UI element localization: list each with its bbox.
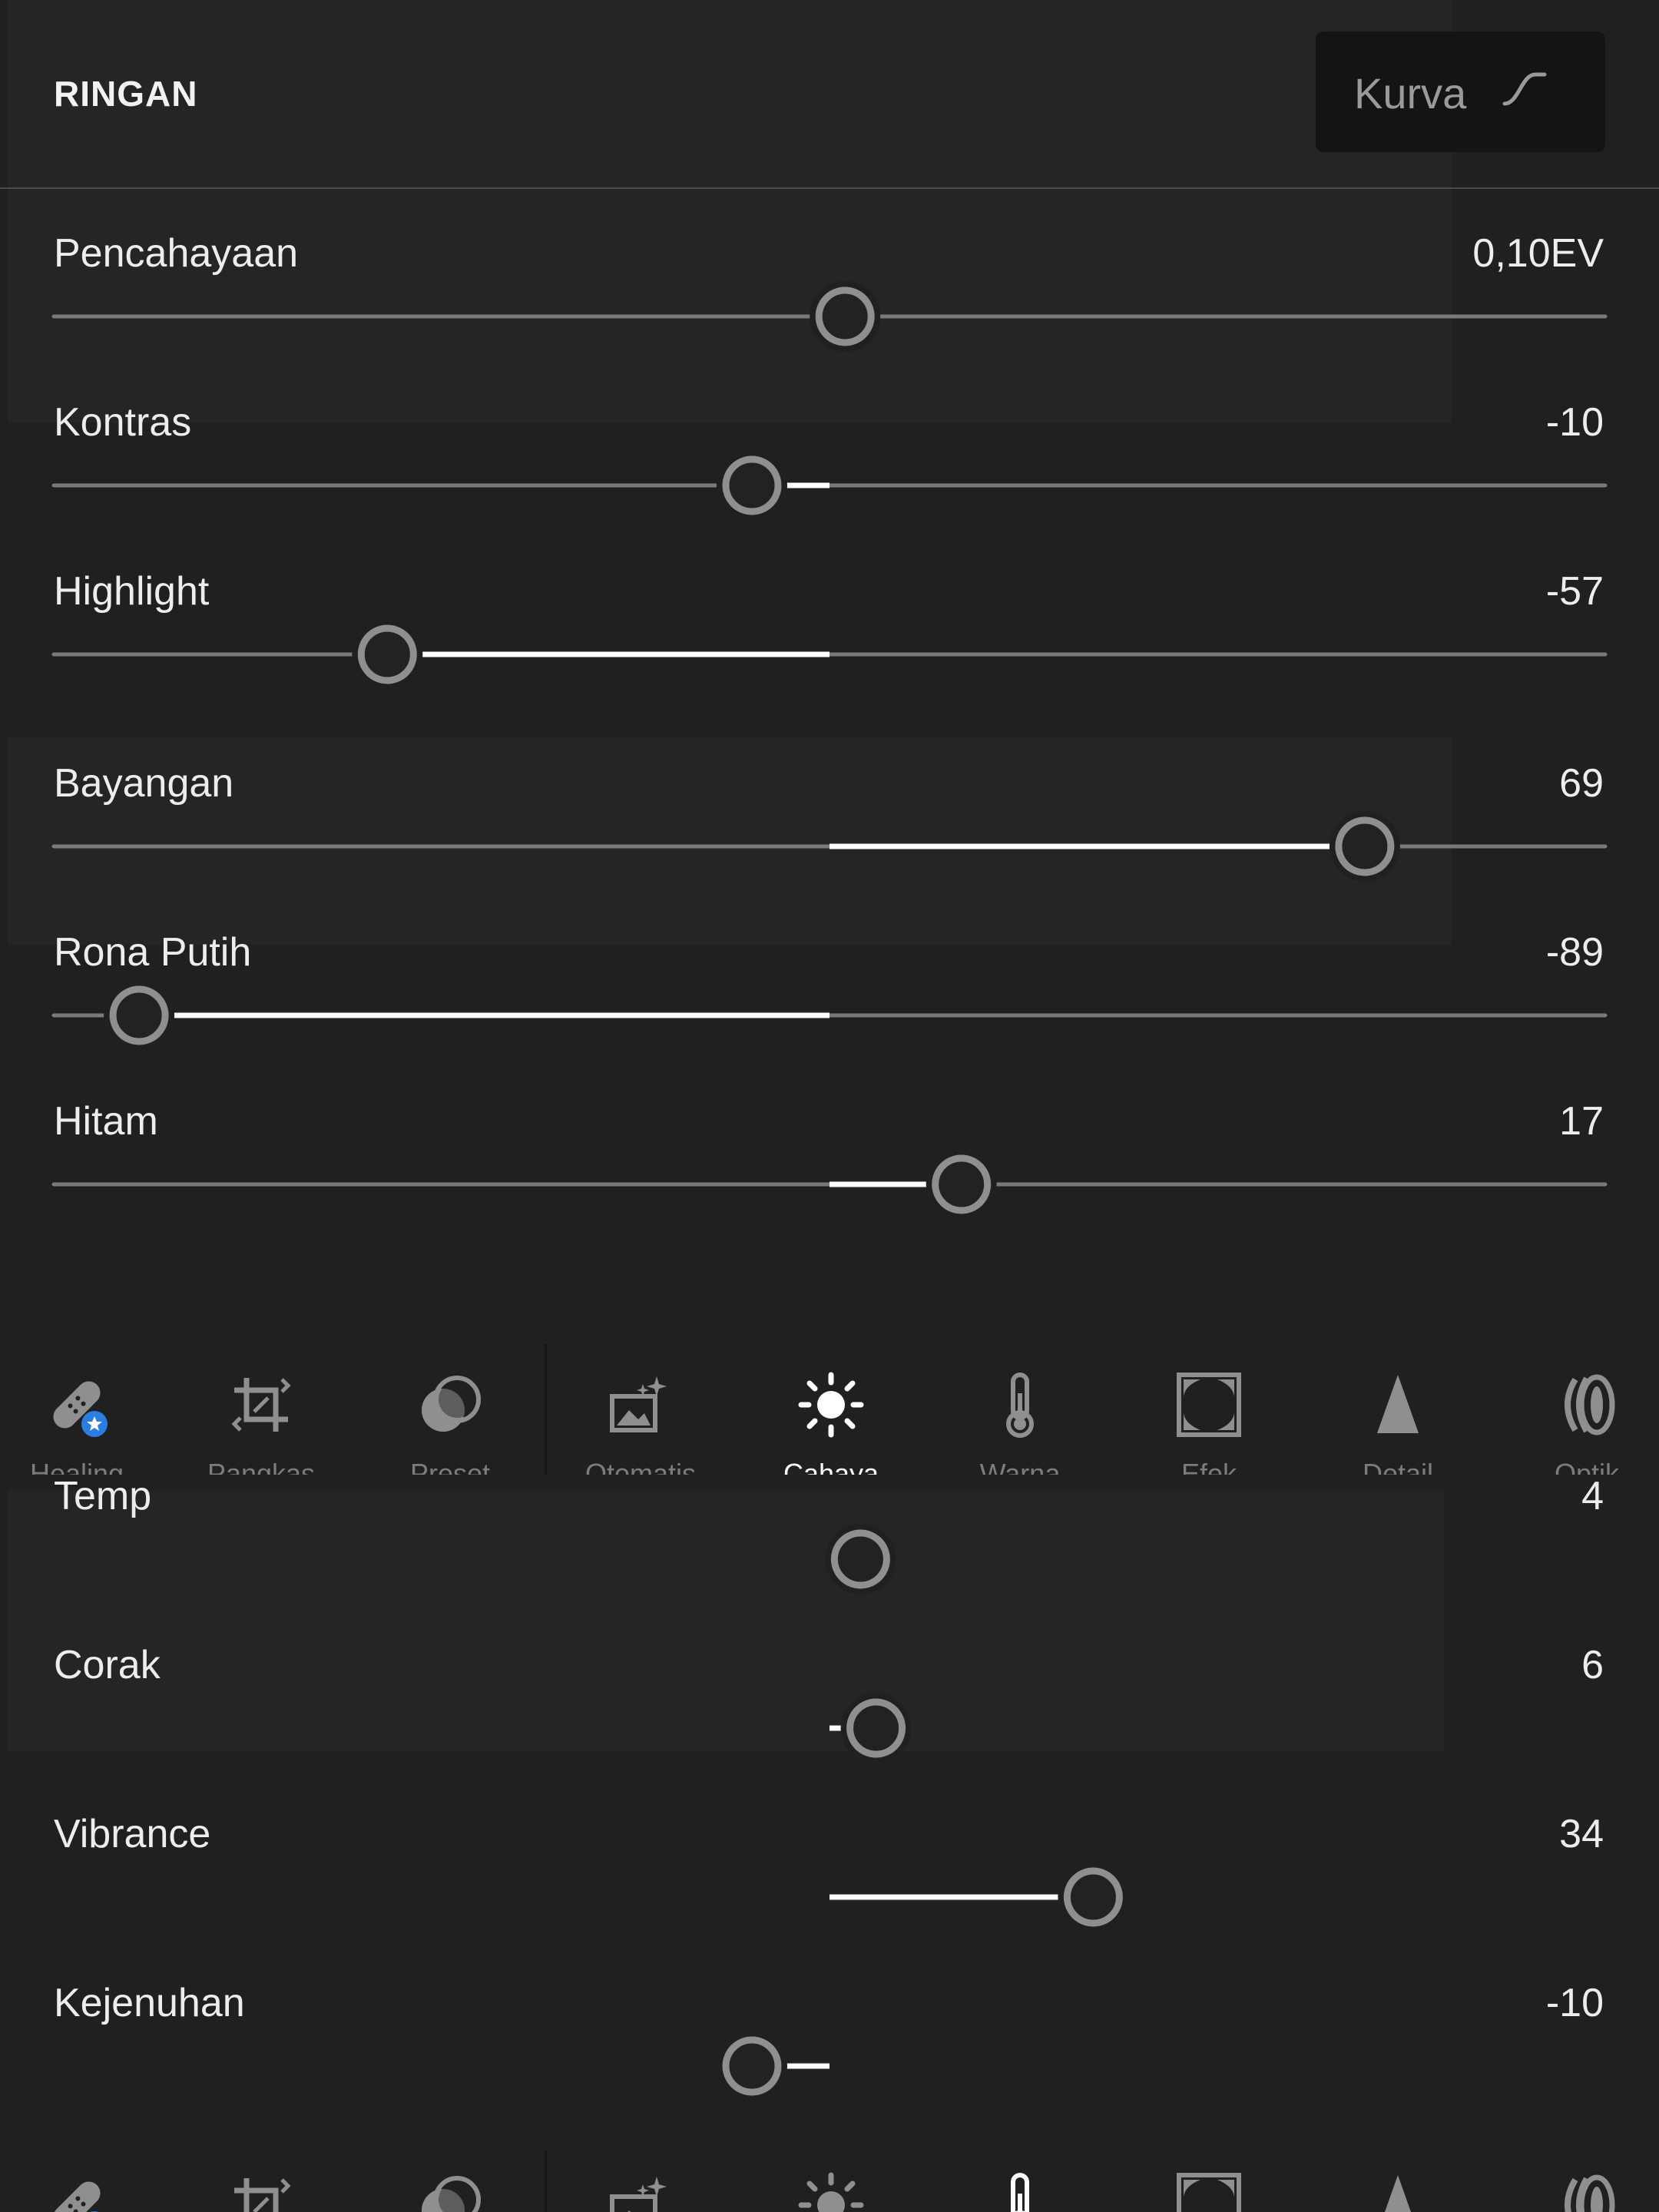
slider-contrast: Kontras -10	[0, 399, 1659, 568]
crop-icon	[234, 2178, 291, 2212]
tool-label: Warna	[979, 1458, 1061, 1475]
slider-track-area[interactable]	[0, 599, 1659, 707]
slider-track-area[interactable]	[0, 791, 1659, 899]
preset-icon	[422, 2176, 481, 2212]
slider-saturation: Kejenuhan -10	[0, 1980, 1659, 2149]
auto-icon	[610, 1376, 667, 1432]
tool-color[interactable]: Warna	[943, 1344, 1097, 1475]
optics-icon	[1565, 1374, 1615, 1435]
slider-track-area[interactable]	[0, 261, 1659, 369]
slider-knob[interactable]	[1063, 1867, 1123, 1927]
slider-track-area[interactable]	[0, 2011, 1659, 2118]
preset-icon	[422, 1376, 481, 1432]
tool-detail[interactable]	[1321, 2151, 1475, 2212]
tool-healing[interactable]	[0, 2151, 154, 2212]
auto-icon	[610, 2177, 667, 2212]
tool-effects[interactable]: Efek	[1132, 1344, 1286, 1475]
tool-optics[interactable]	[1510, 2151, 1659, 2212]
slider-knob[interactable]	[722, 455, 782, 515]
slider-knob[interactable]	[830, 1529, 890, 1589]
crop-icon	[231, 1378, 291, 1432]
slider-shadows: Bayangan 69	[0, 760, 1659, 929]
edit-toolbar-secondary	[0, 2151, 1659, 2212]
optics-icon	[1565, 2174, 1615, 2212]
tool-auto[interactable]	[564, 2151, 717, 2212]
tool-label: Detail	[1362, 1458, 1434, 1475]
edit-toolbar: Healing Pangkas Preset Otomatis Cahaya W…	[0, 1344, 1659, 1475]
slider-exposure: Pencahayaan 0,10EV	[0, 230, 1659, 399]
slider-vibrance: Vibrance 34	[0, 1811, 1659, 1980]
curve-icon	[1502, 72, 1547, 106]
light-icon	[798, 1372, 864, 1438]
slider-track-area[interactable]	[0, 960, 1659, 1068]
light-panel-header: RINGAN Kurva	[0, 0, 1659, 189]
tool-label: Pangkas	[207, 1458, 316, 1475]
healing-icon	[53, 1381, 108, 1437]
color-icon	[1011, 2173, 1029, 2212]
effects-icon	[1177, 1373, 1241, 1437]
slider-track-area[interactable]	[0, 430, 1659, 538]
slider-whites: Rona Putih -89	[0, 929, 1659, 1098]
slider-track-area[interactable]	[0, 1673, 1659, 1780]
tool-optics[interactable]: Optik	[1510, 1344, 1659, 1475]
curve-button-label: Kurva	[1354, 69, 1467, 118]
tool-label: Efek	[1181, 1458, 1237, 1475]
tool-preset[interactable]	[373, 2151, 527, 2212]
healing-icon	[53, 2181, 101, 2212]
slider-track-area[interactable]	[0, 1842, 1659, 1949]
tool-crop[interactable]	[184, 2151, 338, 2212]
tool-label: Preset	[409, 1458, 491, 1475]
slider-knob[interactable]	[815, 286, 875, 346]
light-icon	[798, 2172, 864, 2212]
detail-icon	[1384, 2175, 1412, 2212]
slider-tint: Corak 6	[0, 1642, 1659, 1811]
tool-light[interactable]: Cahaya	[754, 1344, 908, 1475]
slider-knob[interactable]	[109, 985, 169, 1045]
effects-icon	[1177, 2173, 1241, 2212]
slider-temp: Temp 4	[0, 1473, 1659, 1642]
slider-knob[interactable]	[846, 1698, 906, 1758]
tool-label: Healing	[29, 1458, 124, 1475]
tool-color[interactable]	[943, 2151, 1097, 2212]
slider-knob[interactable]	[722, 2036, 782, 2096]
slider-knob[interactable]	[1335, 816, 1395, 876]
slider-knob[interactable]	[932, 1154, 992, 1214]
tool-label: Otomatis	[584, 1458, 697, 1475]
slider-blacks: Hitam 17	[0, 1098, 1659, 1267]
slider-knob[interactable]	[357, 624, 417, 684]
tool-auto[interactable]: Otomatis	[564, 1344, 717, 1475]
slider-highlights: Highlight -57	[0, 568, 1659, 737]
curve-button[interactable]: Kurva	[1316, 31, 1605, 152]
slider-track-area[interactable]	[0, 1504, 1659, 1611]
tool-label: Optik	[1554, 1458, 1620, 1475]
tool-preset[interactable]: Preset	[373, 1344, 527, 1475]
tool-crop[interactable]: Pangkas	[184, 1344, 338, 1475]
tool-detail[interactable]: Detail	[1321, 1344, 1475, 1475]
toolbar-divider	[545, 1344, 547, 1475]
tool-effects[interactable]	[1132, 2151, 1286, 2212]
tool-light[interactable]	[754, 2151, 908, 2212]
color-icon	[1006, 1373, 1034, 1438]
toolbar-divider	[545, 2151, 547, 2212]
tool-healing[interactable]: Healing	[0, 1344, 154, 1475]
detail-icon	[1377, 1375, 1419, 1433]
section-title: RINGAN	[54, 74, 198, 114]
tool-label: Cahaya	[783, 1458, 879, 1475]
slider-track-area[interactable]	[0, 1129, 1659, 1237]
